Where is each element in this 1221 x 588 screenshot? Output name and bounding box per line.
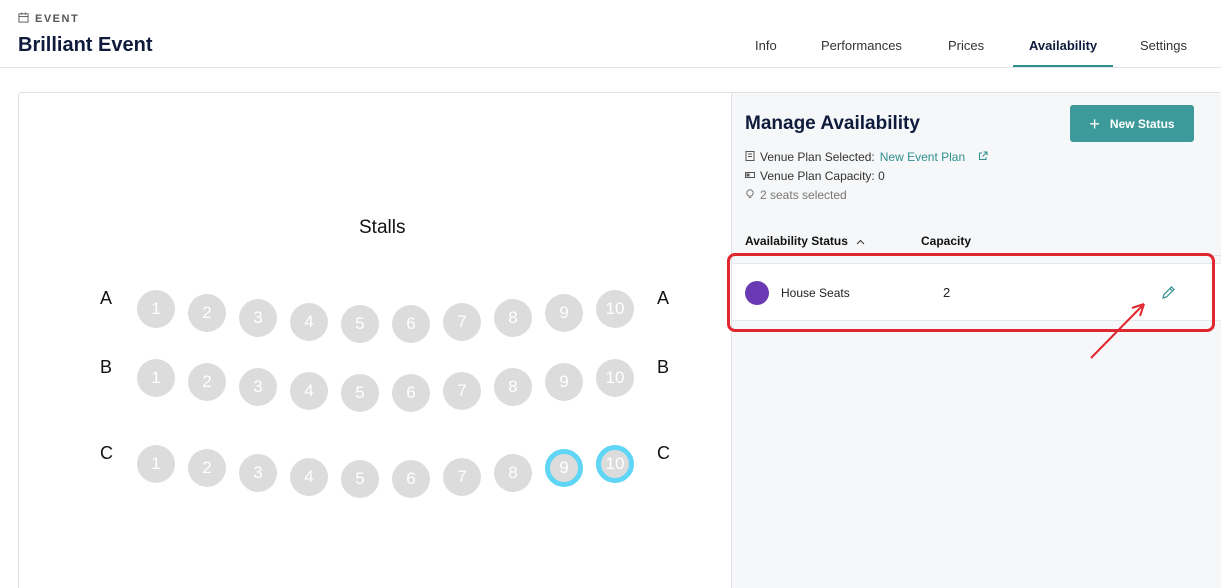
seat-a7[interactable]: 7 (443, 303, 481, 341)
seat-b5[interactable]: 5 (341, 374, 379, 412)
seat-a9[interactable]: 9 (545, 294, 583, 332)
capacity-column-header[interactable]: Capacity (921, 234, 1021, 248)
selection-line: 2 seats selected (745, 188, 847, 202)
venue-plan-line: Venue Plan Selected: New Event Plan (745, 150, 988, 164)
seat-c10[interactable]: 10 (596, 445, 634, 483)
seat-c1[interactable]: 1 (137, 445, 175, 483)
seat-c9[interactable]: 9 (545, 449, 583, 487)
seat-c7[interactable]: 7 (443, 458, 481, 496)
row-label-left-b: B (100, 357, 113, 377)
lightbulb-icon (745, 188, 755, 202)
seat-a3[interactable]: 3 (239, 299, 277, 337)
selection-text: 2 seats selected (760, 188, 847, 202)
row-label-right-a: A (657, 288, 670, 308)
seat-b9[interactable]: 9 (545, 363, 583, 401)
seat-a4[interactable]: 4 (290, 303, 328, 341)
new-status-label: New Status (1109, 116, 1175, 131)
calendar-icon (18, 12, 29, 26)
venue-plan-label: Venue Plan Selected: (760, 150, 875, 164)
seat-b8[interactable]: 8 (494, 368, 532, 406)
seat-c6[interactable]: 6 (392, 460, 430, 498)
row-label-left-c: C (100, 443, 113, 463)
seat-b10[interactable]: 10 (596, 359, 634, 397)
tab-info[interactable]: Info (755, 34, 777, 67)
seat-c2[interactable]: 2 (188, 449, 226, 487)
header-divider (0, 67, 1221, 68)
seat-a6[interactable]: 6 (392, 305, 430, 343)
seat-b6[interactable]: 6 (392, 374, 430, 412)
seat-a10[interactable]: 10 (596, 290, 634, 328)
capacity-icon (745, 169, 755, 183)
new-status-button[interactable]: + New Status (1070, 105, 1194, 142)
tab-settings[interactable]: Settings (1140, 34, 1187, 67)
venue-plan-link[interactable]: New Event Plan (880, 150, 965, 164)
row-label-left-a: A (100, 288, 113, 308)
sort-up-icon[interactable] (856, 234, 865, 248)
tab-availability[interactable]: Availability (1012, 34, 1114, 67)
status-column-label: Availability Status (745, 234, 848, 248)
row-label-right-c: C (657, 443, 670, 463)
plus-icon: + (1089, 113, 1100, 134)
section-label: Stalls (359, 217, 406, 238)
availability-card: Stalls A A 1 2 3 4 5 6 7 8 9 10 B B 1 2 3 4 5 6 7 8 9 10 C C 1 2 3 4 5… (18, 92, 1221, 588)
panel-title: Manage Availability (745, 113, 920, 134)
capacity-line: Venue Plan Capacity: 0 (745, 169, 885, 183)
status-column-header[interactable]: Availability Status (745, 234, 921, 248)
seat-a2[interactable]: 2 (188, 294, 226, 332)
annotation-arrow (1090, 303, 1145, 359)
seat-b3[interactable]: 3 (239, 368, 277, 406)
seat-b2[interactable]: 2 (188, 363, 226, 401)
capacity-text: Venue Plan Capacity: 0 (760, 169, 885, 183)
page-title: Brilliant Event (18, 34, 153, 56)
seat-b7[interactable]: 7 (443, 372, 481, 410)
seat-c5[interactable]: 5 (341, 460, 379, 498)
seat-b4[interactable]: 4 (290, 372, 328, 410)
seat-a8[interactable]: 8 (494, 299, 532, 337)
seat-a1[interactable]: 1 (137, 290, 175, 328)
seat-a5[interactable]: 5 (341, 305, 379, 343)
seat-map: Stalls A A 1 2 3 4 5 6 7 8 9 10 B B 1 2 3 4 5 6 7 8 9 10 C C 1 2 3 4 5… (19, 93, 731, 588)
row-label-right-b: B (657, 357, 670, 377)
seat-c8[interactable]: 8 (494, 454, 532, 492)
seat-c3[interactable]: 3 (239, 454, 277, 492)
seat-b1[interactable]: 1 (137, 359, 175, 397)
tab-prices[interactable]: Prices (948, 34, 984, 67)
event-section-label: EVENT (18, 12, 79, 26)
building-icon (745, 150, 755, 164)
tab-performances[interactable]: Performances (821, 34, 902, 67)
status-table-header: Availability Status Capacity (745, 234, 1021, 248)
seat-c4[interactable]: 4 (290, 458, 328, 496)
external-link-icon[interactable] (978, 150, 988, 164)
event-label-text: EVENT (35, 13, 80, 25)
